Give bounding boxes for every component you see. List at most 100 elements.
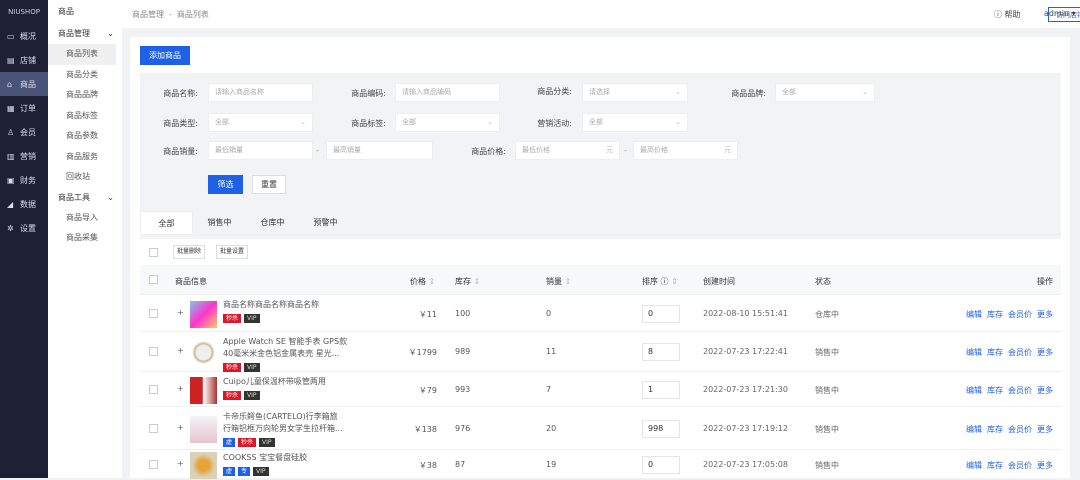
stock-link[interactable]: 库存 — [987, 310, 1003, 319]
more-link[interactable]: 更多 — [1037, 310, 1053, 319]
edit-link[interactable]: 编辑 — [966, 348, 982, 357]
goods-thumbnail[interactable] — [190, 452, 217, 479]
sub-item[interactable]: 商品品牌 — [48, 85, 116, 106]
member-price-link[interactable]: 会员价 — [1008, 348, 1032, 357]
nav-data[interactable]: ◢ 数据 — [0, 192, 48, 216]
add-goods-button[interactable]: 添加商品 — [140, 46, 190, 65]
nav-finance[interactable]: ▣ 财务 — [0, 168, 48, 192]
help-link[interactable]: ⓘ 帮助 — [994, 9, 1021, 20]
sub-item[interactable]: 商品服务 — [48, 147, 116, 168]
sort-input[interactable]: 1 — [642, 380, 680, 399]
tab-3[interactable]: 预警中 — [299, 211, 352, 234]
nav-marketing[interactable]: ▥ 营销 — [0, 144, 48, 168]
goods-code-input[interactable]: 请输入商品编码 — [395, 83, 500, 102]
goods-name[interactable]: 卡帝乐鳄鱼(CARTELO)行李箱旅 — [223, 411, 343, 423]
reset-button[interactable]: 重置 — [252, 175, 286, 194]
promo-select[interactable]: 全部 ⌄ — [582, 113, 688, 132]
nav-overview[interactable]: ▭ 概况 — [0, 24, 48, 48]
goods-name-input[interactable]: 请输入商品名称 — [208, 83, 313, 102]
category-select[interactable]: 请选择 ⌄ — [582, 83, 688, 102]
type-select[interactable]: 全部 ⌄ — [208, 113, 313, 132]
tab-0[interactable]: 全部 — [140, 211, 193, 234]
tab-2[interactable]: 仓库中 — [246, 211, 299, 234]
sales-min-input[interactable]: 最低销量 — [208, 141, 313, 160]
expand-plus-icon[interactable]: + — [177, 346, 184, 355]
more-link[interactable]: 更多 — [1037, 386, 1053, 395]
more-link[interactable]: 更多 — [1037, 425, 1053, 434]
select-all-checkbox[interactable] — [149, 275, 158, 284]
brand-select[interactable]: 全部 ⌄ — [775, 83, 875, 102]
goods-thumbnail[interactable] — [190, 300, 217, 328]
row-checkbox[interactable] — [149, 384, 158, 394]
sub-item[interactable]: 回收站 — [48, 167, 116, 188]
nav-settings[interactable]: ✲ 设置 — [0, 216, 48, 240]
edit-link[interactable]: 编辑 — [966, 425, 982, 434]
price-max-input[interactable]: 最高价格 元 — [633, 141, 738, 160]
expand-plus-icon[interactable]: + — [177, 459, 184, 468]
nav-label: 财务 — [20, 175, 36, 185]
group-goods-management[interactable]: 商品管理 ⌄ — [48, 24, 122, 44]
sub-item[interactable]: 商品列表 — [48, 44, 116, 65]
row-checkbox[interactable] — [149, 308, 158, 318]
group-goods-tools[interactable]: 商品工具 ⌄ — [48, 188, 122, 208]
more-link[interactable]: 更多 — [1037, 348, 1053, 357]
col-sort[interactable]: 排序 ⓘ ⇕ — [642, 276, 678, 287]
select-all-checkbox-top[interactable] — [149, 248, 158, 257]
sub-item[interactable]: 商品参数 — [48, 126, 116, 147]
edit-link[interactable]: 编辑 — [966, 461, 982, 470]
price-min-input[interactable]: 最低价格 元 — [515, 141, 620, 160]
sub-item[interactable]: 商品采集 — [48, 228, 116, 249]
stock-link[interactable]: 库存 — [987, 386, 1003, 395]
filter-button[interactable]: 筛选 — [208, 175, 243, 194]
sort-input[interactable]: 998 — [642, 419, 680, 438]
goods-thumbnail[interactable] — [190, 376, 217, 404]
batch-delete-button[interactable]: 批量删除 — [173, 245, 206, 259]
breadcrumb-goods-management[interactable]: 商品管理 — [132, 9, 164, 20]
member-price-link[interactable]: 会员价 — [1008, 425, 1032, 434]
nav-order[interactable]: ▦ 订单 — [0, 96, 48, 120]
member-price-link[interactable]: 会员价 — [1008, 461, 1032, 470]
stock-link[interactable]: 库存 — [987, 461, 1003, 470]
expand-plus-icon[interactable]: + — [177, 308, 184, 317]
edit-link[interactable]: 编辑 — [966, 310, 982, 319]
nav-shop[interactable]: ▤ 店铺 — [0, 48, 48, 72]
col-price[interactable]: 价格 ⇕ — [410, 276, 435, 287]
nav-member[interactable]: ♙ 会员 — [0, 120, 48, 144]
nav-goods[interactable]: ⌂ 商品 — [0, 72, 48, 96]
goods-name[interactable]: 商品名称商品名称商品名称 — [223, 299, 319, 311]
batch-settings-button[interactable]: 批量设置 — [216, 245, 249, 259]
goods-name[interactable]: Apple Watch SE 智能手表 GPS款 — [223, 336, 347, 348]
sub-item[interactable]: 商品标签 — [48, 106, 116, 127]
tag-select[interactable]: 全部 ⌄ — [395, 113, 500, 132]
user-menu[interactable]: admin ▾ — [1044, 9, 1076, 18]
sub-item[interactable]: 商品分类 — [48, 65, 116, 86]
col-sales[interactable]: 销量 ⇕ — [546, 276, 571, 287]
sales-max-input[interactable]: 最高销量 — [326, 141, 433, 160]
row-checkbox[interactable] — [149, 460, 158, 469]
more-link[interactable]: 更多 — [1037, 461, 1053, 470]
row-actions: 编辑 库存 会员价 更多 — [961, 424, 1053, 435]
row-checkbox[interactable] — [149, 423, 158, 433]
stock-link[interactable]: 库存 — [987, 425, 1003, 434]
goods-info: Cuipo儿童保温杯带吸管两用 秒杀 VIP — [223, 376, 326, 401]
goods-thumbnail[interactable] — [190, 415, 217, 443]
row-actions: 编辑 库存 会员价 更多 — [961, 347, 1053, 358]
col-stock[interactable]: 库存 ⇕ — [455, 276, 480, 287]
tab-1[interactable]: 销售中 — [193, 211, 246, 234]
sort-input[interactable]: 0 — [642, 304, 680, 323]
goods-tag: 专 — [238, 467, 251, 476]
expand-plus-icon[interactable]: + — [177, 423, 184, 432]
expand-plus-icon[interactable]: + — [177, 384, 184, 393]
goods-thumbnail[interactable] — [190, 339, 217, 366]
sort-input[interactable]: 0 — [642, 456, 680, 474]
member-price-link[interactable]: 会员价 — [1008, 310, 1032, 319]
stock-link[interactable]: 库存 — [987, 348, 1003, 357]
goods-tag: 秒杀 — [223, 391, 242, 400]
sort-input[interactable]: 8 — [642, 343, 680, 361]
member-price-link[interactable]: 会员价 — [1008, 386, 1032, 395]
goods-name[interactable]: COOKSS 宝宝餐盘硅胶 — [223, 452, 307, 464]
goods-name[interactable]: Cuipo儿童保温杯带吸管两用 — [223, 376, 326, 388]
edit-link[interactable]: 编辑 — [966, 386, 982, 395]
row-checkbox[interactable] — [149, 347, 158, 356]
sub-item[interactable]: 商品导入 — [48, 208, 116, 229]
